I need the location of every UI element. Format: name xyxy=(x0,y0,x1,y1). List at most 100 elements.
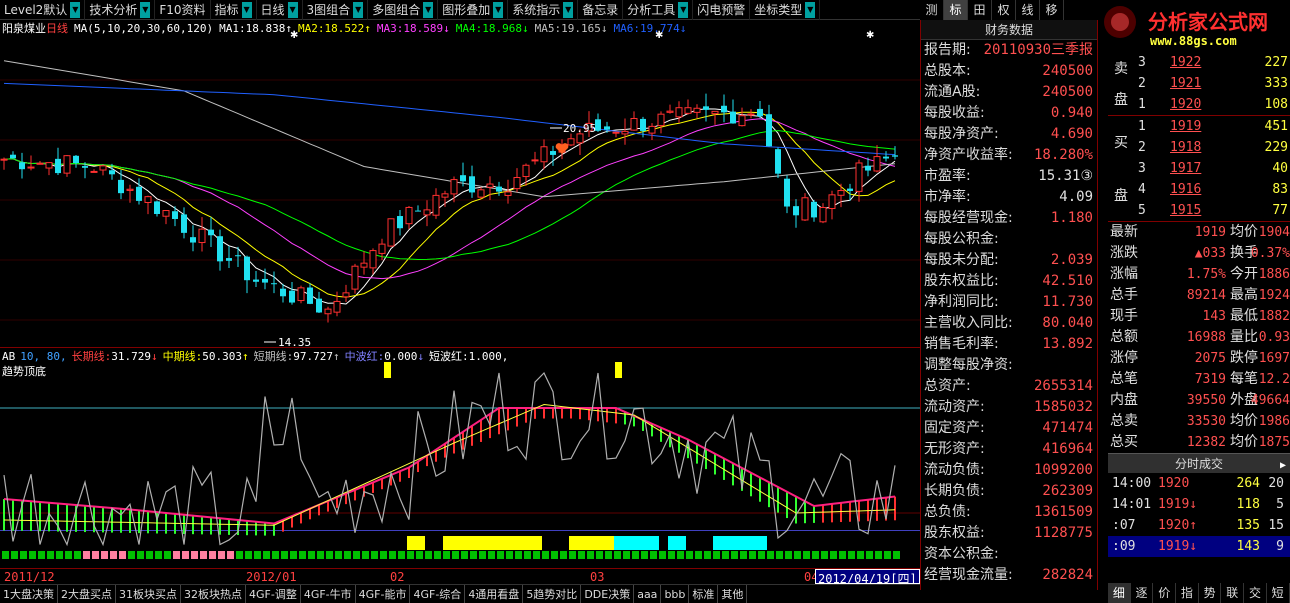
menu-item[interactable]: F10资料 xyxy=(155,0,211,20)
trade-row[interactable]: :09 1919↓ 143 9 xyxy=(1108,536,1290,557)
menu-item[interactable]: 坐标类型 ▼ xyxy=(750,0,821,20)
dropdown-arrow-icon[interactable]: ▼ xyxy=(241,2,252,18)
finance-key: 总负债: xyxy=(924,504,971,520)
candle-body xyxy=(316,298,322,313)
kline-canvas[interactable]: 20.9514.35✱ ✱ ✱ xyxy=(0,20,920,349)
order-row[interactable]: 2 1918 229 xyxy=(1108,137,1290,158)
quote-key: 涨跌 xyxy=(1110,245,1138,261)
ma-value: MA4:18.968↓ xyxy=(456,22,529,35)
template-tab[interactable]: 4GF-牛市 xyxy=(301,585,356,603)
template-tab[interactable]: 31板块买点 xyxy=(116,585,181,603)
menu-item[interactable]: 3图组合 ▼ xyxy=(303,0,369,20)
order-price[interactable]: 1915 xyxy=(1170,200,1201,221)
detail-tab[interactable]: 逐 xyxy=(1131,583,1154,603)
indicator-chart[interactable] xyxy=(0,348,920,568)
signal-marker xyxy=(615,362,622,378)
status-cell xyxy=(524,551,531,559)
menu-item[interactable]: 图形叠加 ▼ xyxy=(438,0,509,20)
menu-item[interactable]: 指标 ▼ xyxy=(211,0,257,20)
menu-item[interactable]: 系统指示 ▼ xyxy=(508,0,579,20)
menu-item[interactable]: 闪电预警 xyxy=(693,0,751,20)
menu-item[interactable]: 备忘录 xyxy=(578,0,624,20)
order-row[interactable]: 3 1917 40 xyxy=(1108,158,1290,179)
order-row[interactable]: 5 1915 77 xyxy=(1108,200,1290,221)
quote-key: 每笔 xyxy=(1230,371,1258,387)
status-cell xyxy=(875,551,882,559)
order-row[interactable]: 1 1919 451 xyxy=(1108,116,1290,137)
menu-item[interactable]: 多图组合 ▼ xyxy=(368,0,439,20)
status-cell xyxy=(209,551,216,559)
candle-body xyxy=(82,166,88,168)
order-row[interactable]: 4 1916 83 xyxy=(1108,179,1290,200)
menu-item[interactable]: Level2默认 ▼ xyxy=(0,0,86,20)
dropdown-arrow-icon[interactable]: ▼ xyxy=(287,2,298,18)
order-row[interactable]: 3 1922 227 xyxy=(1108,52,1290,73)
trade-row[interactable]: :07 1920↑ 135 15 xyxy=(1108,515,1290,536)
finance-value: 1128775 xyxy=(1033,525,1093,541)
ma-number: 19.774 xyxy=(639,21,680,35)
order-row[interactable]: 2 1921 333 xyxy=(1108,73,1290,94)
template-tab[interactable]: bbb xyxy=(661,585,690,603)
template-tab[interactable]: 4GF-调整 xyxy=(246,585,301,603)
detail-tab[interactable]: 势 xyxy=(1199,583,1222,603)
order-price[interactable]: 1918 xyxy=(1170,137,1201,158)
quote-key: 总买 xyxy=(1110,434,1138,450)
right-tab[interactable]: 线 xyxy=(1016,0,1040,20)
menu-item[interactable]: 分析工具 ▼ xyxy=(623,0,694,20)
detail-tab[interactable]: 指 xyxy=(1176,583,1199,603)
template-tab[interactable]: 4GF-综合 xyxy=(410,585,466,603)
status-cell xyxy=(245,551,252,559)
order-row[interactable]: 1 1920 108 xyxy=(1108,94,1290,115)
kline-chart[interactable]: 20.95 14.35 ✱ ✱ ✱ xyxy=(0,20,920,349)
dropdown-arrow-icon[interactable]: ▼ xyxy=(353,2,364,18)
detail-tab[interactable]: 价 xyxy=(1153,583,1177,603)
detail-tab[interactable]: 联 xyxy=(1221,583,1245,603)
finance-key: 无形资产: xyxy=(924,441,985,457)
right-tab[interactable]: 移 xyxy=(1040,0,1064,20)
finance-key: 主营收入同比: xyxy=(924,315,1013,331)
menu-item-label: F10资料 xyxy=(159,3,206,17)
dropdown-arrow-icon[interactable]: ▼ xyxy=(805,2,816,18)
detail-tab[interactable]: 交 xyxy=(1244,583,1267,603)
dropdown-arrow-icon[interactable]: ▼ xyxy=(493,2,504,18)
dropdown-arrow-icon[interactable]: ▼ xyxy=(563,2,574,18)
status-cell xyxy=(38,551,45,559)
dropdown-arrow-icon[interactable]: ▼ xyxy=(423,2,434,18)
template-tab[interactable]: 4通用看盘 xyxy=(465,585,524,603)
template-tab[interactable]: 其他 xyxy=(718,585,748,603)
right-tab[interactable]: 测 xyxy=(920,0,944,20)
finance-row: 每股收益: 0.940 xyxy=(921,103,1097,124)
indicator-params: 10, 80, xyxy=(20,349,67,363)
order-price[interactable]: 1916 xyxy=(1170,179,1201,200)
dropdown-arrow-icon[interactable]: ▼ xyxy=(678,2,689,18)
template-tab[interactable]: 32板块热点 xyxy=(181,585,246,603)
order-price[interactable]: 1922 xyxy=(1170,52,1201,73)
status-cell xyxy=(452,551,459,559)
template-tab[interactable]: 1大盘决策 xyxy=(0,585,58,603)
dropdown-arrow-icon[interactable]: ▼ xyxy=(140,2,151,18)
template-tab[interactable]: 5趋势对比 xyxy=(523,585,582,603)
order-price[interactable]: 1920 xyxy=(1170,94,1201,115)
right-tab[interactable]: 田 xyxy=(968,0,992,20)
trade-row[interactable]: 14:00 1920 264 20 xyxy=(1108,473,1290,494)
order-price[interactable]: 1919 xyxy=(1170,116,1201,137)
menu-item[interactable]: 技术分析 ▼ xyxy=(85,0,156,20)
trade-row[interactable]: 14:01 1919↓ 118 5 xyxy=(1108,494,1290,515)
order-price[interactable]: 1921 xyxy=(1170,73,1201,94)
detail-tab[interactable]: 短 xyxy=(1267,583,1290,603)
detail-tab[interactable]: 细 xyxy=(1108,583,1131,603)
logo-url: www.88gs.com xyxy=(1150,34,1237,48)
template-tab[interactable]: 2大盘买点 xyxy=(58,585,116,603)
order-price[interactable]: 1917 xyxy=(1170,158,1201,179)
right-tab[interactable]: 标 xyxy=(944,0,968,20)
template-tab[interactable]: DDE决策 xyxy=(581,585,635,603)
dropdown-arrow-icon[interactable]: ▼ xyxy=(70,2,81,18)
right-tab[interactable]: 权 xyxy=(992,0,1016,20)
template-tab[interactable]: 标准 xyxy=(689,585,719,603)
menu-item[interactable]: 日线 ▼ xyxy=(257,0,303,20)
template-tab[interactable]: 4GF-能市 xyxy=(356,585,411,603)
trades-header[interactable]: 分时成交 ▶ xyxy=(1108,453,1290,473)
template-tab[interactable]: aaa xyxy=(634,585,662,603)
indicator-canvas[interactable] xyxy=(0,348,920,568)
order-level: 1 xyxy=(1138,119,1146,134)
